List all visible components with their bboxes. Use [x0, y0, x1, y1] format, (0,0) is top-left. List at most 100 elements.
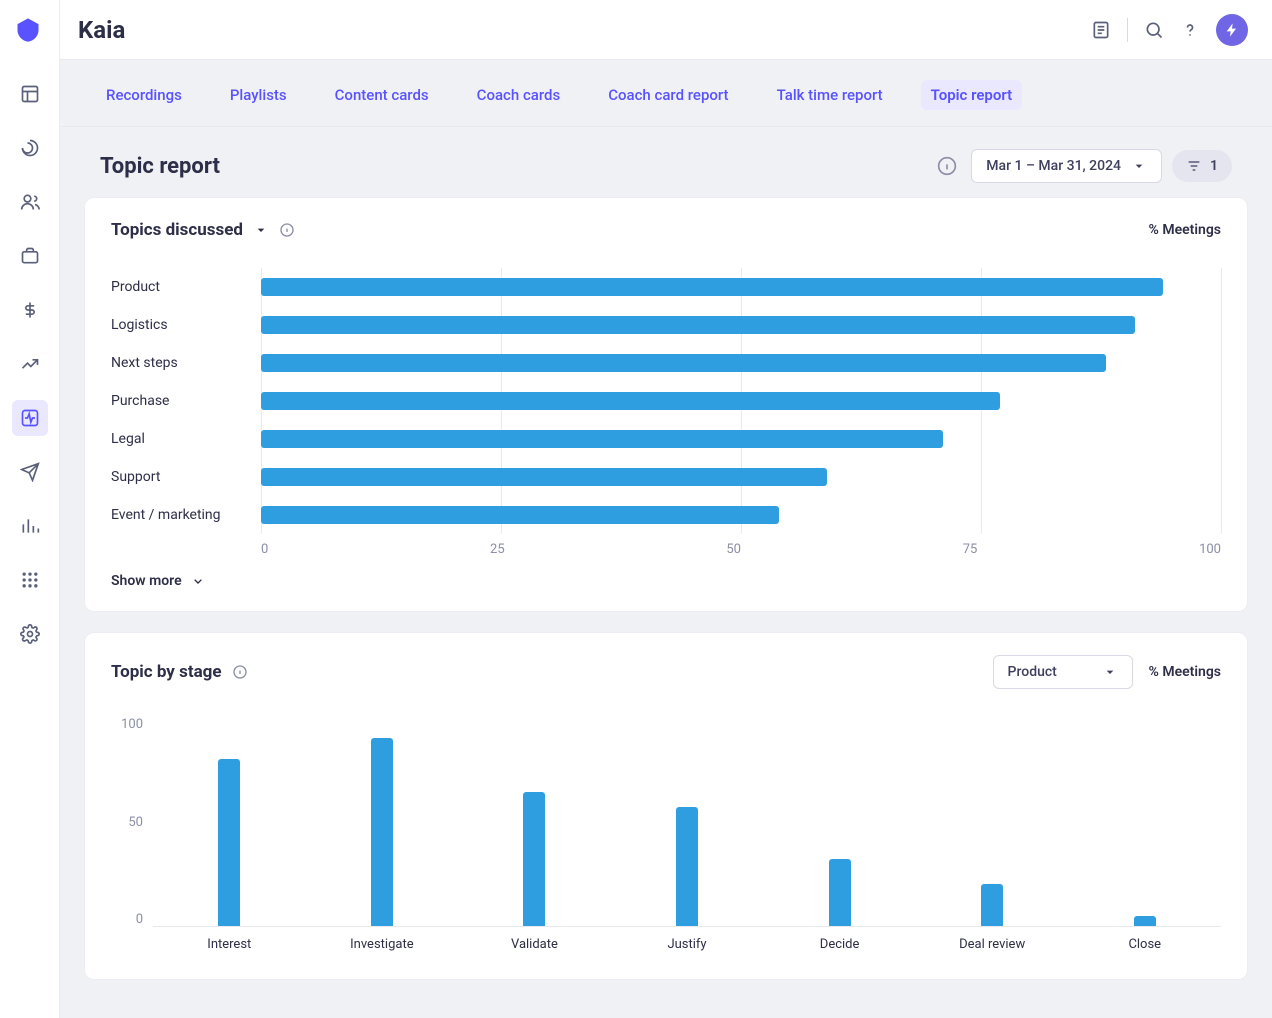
- vbar-category-label: Justify: [667, 927, 706, 957]
- vbar-category-label: Decide: [820, 927, 860, 957]
- axis-tick: 0: [261, 542, 268, 557]
- date-range-label: Mar 1 – Mar 31, 2024: [986, 158, 1121, 174]
- vbar-col: Close: [1068, 717, 1221, 957]
- hbar-row: Event / marketing: [111, 496, 1221, 534]
- nav-send-icon[interactable]: [12, 454, 48, 490]
- hbar-label: Purchase: [111, 393, 261, 409]
- hbar-fill[interactable]: [261, 354, 1106, 372]
- help-icon[interactable]: [1180, 20, 1200, 40]
- filter-button[interactable]: 1: [1172, 150, 1232, 182]
- nav-briefcase-icon[interactable]: [12, 238, 48, 274]
- hbar-fill[interactable]: [261, 506, 779, 524]
- divider: [1127, 18, 1128, 42]
- tab-coach-card-report[interactable]: Coach card report: [598, 80, 738, 110]
- nav-trend-icon[interactable]: [12, 346, 48, 382]
- vbar-category-label: Validate: [511, 927, 558, 957]
- info-icon[interactable]: [937, 156, 957, 176]
- vbar-bar[interactable]: [1134, 916, 1156, 926]
- vbar-col: Justify: [611, 717, 764, 957]
- app-title: Kaia: [78, 16, 125, 44]
- vbar-bar[interactable]: [676, 807, 698, 926]
- topic-by-stage-card: Topic by stage Product % Meetings 100 50 0…: [84, 632, 1248, 980]
- nav-layout-icon[interactable]: [12, 76, 48, 112]
- metric-label: % Meetings: [1149, 222, 1221, 238]
- caret-down-icon: [253, 222, 269, 238]
- vbar-bar[interactable]: [218, 759, 240, 926]
- filter-icon: [1186, 158, 1202, 174]
- axis-tick: 0: [111, 912, 143, 927]
- hbar-row: Purchase: [111, 382, 1221, 420]
- tab-content-cards[interactable]: Content cards: [325, 80, 439, 110]
- tabbar: Recordings Playlists Content cards Coach ca…: [60, 60, 1272, 127]
- axis-tick: 100: [111, 717, 143, 732]
- nav-activity-icon[interactable]: [12, 130, 48, 166]
- hbar-label: Support: [111, 469, 261, 485]
- hbar-fill[interactable]: [261, 430, 943, 448]
- vbar-col: Interest: [153, 717, 306, 957]
- stage-bar-chart: 100 50 0 Interest Investigate Validate Justif…: [111, 717, 1221, 957]
- show-more-button[interactable]: Show more: [111, 573, 1221, 589]
- topics-card-title[interactable]: Topics discussed: [111, 220, 295, 240]
- info-icon[interactable]: [279, 222, 295, 238]
- hbar-label: Legal: [111, 431, 261, 447]
- hbar-row: Support: [111, 458, 1221, 496]
- topic-dropdown[interactable]: Product: [993, 655, 1133, 689]
- date-range-picker[interactable]: Mar 1 – Mar 31, 2024: [971, 149, 1162, 183]
- hbar-label: Event / marketing: [111, 507, 261, 523]
- filter-count: 1: [1210, 158, 1218, 174]
- info-icon[interactable]: [232, 664, 248, 680]
- tab-topic-report[interactable]: Topic report: [921, 80, 1023, 110]
- hbar-fill[interactable]: [261, 278, 1163, 296]
- nav-settings-icon[interactable]: [12, 616, 48, 652]
- hbar-fill[interactable]: [261, 392, 1000, 410]
- chevron-down-icon: [190, 573, 206, 589]
- hbar-row: Product: [111, 268, 1221, 306]
- vbar-category-label: Interest: [207, 927, 251, 957]
- vbar-col: Deal review: [916, 717, 1069, 957]
- vbar-category-label: Close: [1128, 927, 1161, 957]
- nav-bars-icon[interactable]: [12, 508, 48, 544]
- axis-tick: 50: [111, 815, 143, 830]
- sidebar: [0, 0, 60, 1018]
- topbar: Kaia: [60, 0, 1272, 60]
- axis-tick: 100: [1199, 542, 1221, 557]
- vbar-bar[interactable]: [371, 738, 393, 926]
- tab-coach-cards[interactable]: Coach cards: [467, 80, 571, 110]
- nav-pulse-icon[interactable]: [12, 400, 48, 436]
- caret-down-icon: [1102, 664, 1118, 680]
- tab-talk-time-report[interactable]: Talk time report: [767, 80, 893, 110]
- metric-label: % Meetings: [1149, 664, 1221, 680]
- axis-tick: 25: [490, 542, 505, 557]
- tab-recordings[interactable]: Recordings: [96, 80, 192, 110]
- caret-down-icon: [1131, 158, 1147, 174]
- axis-tick: 75: [963, 542, 978, 557]
- search-icon[interactable]: [1144, 20, 1164, 40]
- hbar-label: Logistics: [111, 317, 261, 333]
- vbar-bar[interactable]: [523, 792, 545, 926]
- topics-discussed-card: Topics discussed % Meetings Product Logis…: [84, 197, 1248, 612]
- tab-playlists[interactable]: Playlists: [220, 80, 297, 110]
- app-logo-icon: [14, 16, 46, 48]
- stage-card-title: Topic by stage: [111, 662, 248, 682]
- vbar-col: Decide: [763, 717, 916, 957]
- vbar-bar[interactable]: [981, 884, 1003, 926]
- axis-tick: 50: [726, 542, 741, 557]
- hbar-fill[interactable]: [261, 468, 827, 486]
- hbar-label: Product: [111, 279, 261, 295]
- nav-people-icon[interactable]: [12, 184, 48, 220]
- hbar-label: Next steps: [111, 355, 261, 371]
- nav-dollar-icon[interactable]: [12, 292, 48, 328]
- topics-bar-chart: Product Logistics Next steps Purchase Legal S…: [111, 268, 1221, 557]
- vbar-col: Investigate: [306, 717, 459, 957]
- vbar-col: Validate: [458, 717, 611, 957]
- avatar[interactable]: [1216, 14, 1248, 46]
- notes-icon[interactable]: [1091, 20, 1111, 40]
- page-title: Topic report: [100, 154, 220, 179]
- hbar-fill[interactable]: [261, 316, 1135, 334]
- vbar-bar[interactable]: [829, 859, 851, 926]
- hbar-row: Logistics: [111, 306, 1221, 344]
- hbar-row: Legal: [111, 420, 1221, 458]
- nav-apps-icon[interactable]: [12, 562, 48, 598]
- hbar-row: Next steps: [111, 344, 1221, 382]
- vbar-category-label: Investigate: [350, 927, 413, 957]
